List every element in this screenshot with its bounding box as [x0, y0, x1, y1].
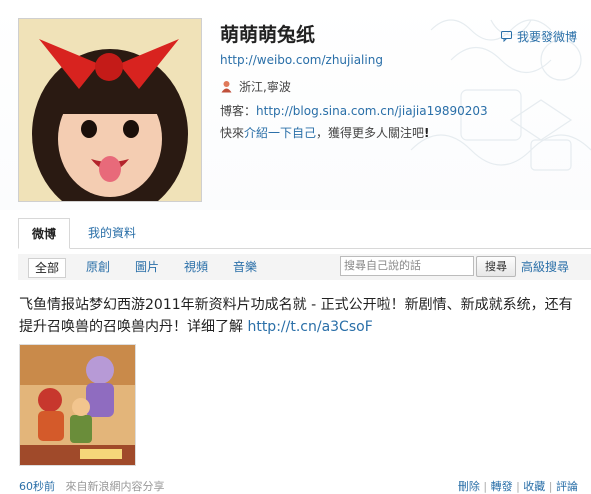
profile-nickname: 萌萌萌兔纸	[220, 24, 316, 46]
filter-original[interactable]: 原創	[86, 258, 110, 276]
intro-suffix: ，獲得更多人關注吧	[316, 126, 425, 140]
profile-location: 浙江,寧波	[220, 78, 291, 95]
post-content: 飞鱼情报站梦幻西游2011年新资料片功成名就 - 正式公开啦！新剧情、新成就系统…	[19, 294, 579, 338]
person-icon	[221, 81, 232, 93]
profile-intro: 快來介紹一下自己，獲得更多人關注吧!	[220, 124, 430, 141]
profile-tabs: 微博 我的資料	[18, 218, 591, 249]
tab-weibo[interactable]: 微博	[18, 218, 70, 249]
location-text: 浙江,寧波	[239, 80, 291, 94]
filter-bar: 全部 原創 圖片 視頻 音樂 搜尋自己說的話 搜尋 高級搜尋	[18, 254, 591, 280]
post-link[interactable]: http://t.cn/a3CsoF	[247, 319, 372, 335]
filter-videos[interactable]: 視頻	[184, 258, 208, 276]
tab-my-profile[interactable]: 我的資料	[88, 218, 136, 248]
intro-link[interactable]: 介紹一下自己	[244, 126, 316, 140]
intro-prefix: 快來	[220, 126, 245, 140]
profile-blog: 博客：http://blog.sina.com.cn/jiajia1989020…	[220, 102, 488, 119]
blog-label: 博客：	[220, 104, 257, 118]
search-input[interactable]: 搜尋自己說的話	[340, 256, 474, 276]
intro-mark: !	[424, 126, 430, 140]
filter-all[interactable]: 全部	[28, 258, 67, 278]
speech-bubble-icon	[500, 31, 512, 42]
post-weibo-link[interactable]: 我要發微博	[500, 28, 577, 45]
post-weibo-label: 我要發微博	[516, 30, 577, 44]
advanced-search-link[interactable]: 高級搜尋	[521, 258, 569, 275]
avatar[interactable]	[18, 18, 202, 202]
search-button[interactable]: 搜尋	[476, 256, 516, 277]
post-actions: 刪除 | 轉發 | 收藏 | 評論	[457, 480, 578, 493]
filter-music[interactable]: 音樂	[233, 258, 257, 276]
profile-url-link[interactable]: http://weibo.com/zhujialing	[220, 53, 383, 67]
blog-link[interactable]: http://blog.sina.com.cn/jiajia19890203	[256, 104, 488, 118]
filter-images[interactable]: 圖片	[135, 258, 159, 276]
post-image[interactable]	[19, 344, 136, 466]
